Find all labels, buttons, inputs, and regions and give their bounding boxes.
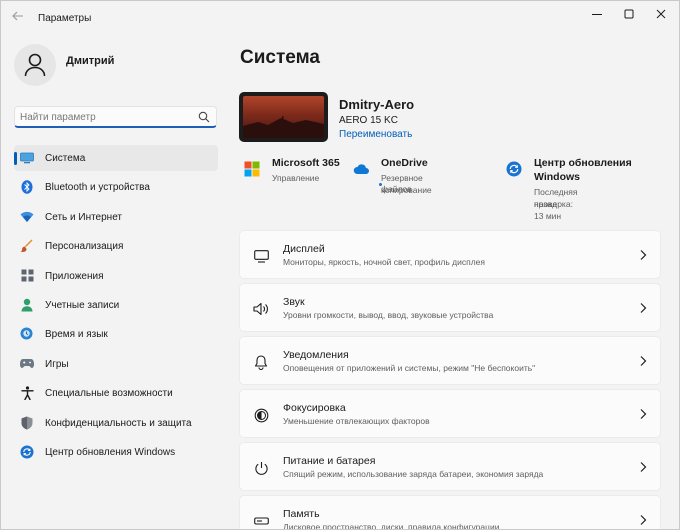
sidebar-item-bluetooth[interactable]: Bluetooth и устройства bbox=[14, 174, 218, 200]
chevron-right-icon bbox=[640, 250, 647, 260]
sidebar-item-label: Сеть и Интернет bbox=[45, 211, 123, 223]
chevron-right-icon bbox=[640, 356, 647, 366]
card-sound[interactable]: Звук Уровни громкости, вывод, ввод, звук… bbox=[239, 283, 661, 332]
storage-icon bbox=[253, 513, 269, 529]
card-subtitle: Спящий режим, использование заряда батар… bbox=[283, 469, 544, 479]
gamepad-icon bbox=[20, 357, 34, 371]
search-input[interactable] bbox=[20, 109, 196, 125]
sidebar-item-label: Специальные возможности bbox=[45, 388, 173, 400]
display-icon bbox=[20, 151, 34, 165]
arrow-left-icon bbox=[12, 11, 23, 21]
wifi-icon bbox=[20, 210, 34, 224]
card-title: Фокусировка bbox=[283, 402, 346, 414]
page-title: Система bbox=[240, 47, 320, 68]
sidebar-item-gaming[interactable]: Игры bbox=[14, 351, 218, 377]
card-notifications[interactable]: Уведомления Оповещения от приложений и с… bbox=[239, 336, 661, 385]
accessibility-icon bbox=[20, 386, 34, 401]
windows-update-icon bbox=[506, 161, 522, 177]
close-icon bbox=[656, 9, 666, 19]
card-title: Уведомления bbox=[283, 349, 349, 361]
back-button[interactable] bbox=[10, 8, 26, 24]
search-icon[interactable] bbox=[198, 111, 210, 123]
sidebar-item-personalization[interactable]: Персонализация bbox=[14, 233, 218, 259]
onedrive-icon bbox=[353, 164, 369, 174]
service-title: OneDrive bbox=[381, 157, 428, 169]
card-subtitle: Мониторы, яркость, ночной свет, профиль … bbox=[283, 257, 485, 267]
service-title-line2: Windows bbox=[534, 171, 580, 183]
monitor-icon bbox=[253, 248, 269, 264]
chevron-right-icon bbox=[640, 515, 647, 525]
chevron-right-icon bbox=[640, 462, 647, 472]
card-title: Звук bbox=[283, 296, 305, 308]
card-subtitle: Оповещения от приложений и системы, режи… bbox=[283, 363, 536, 373]
device-model: AERO 15 KC bbox=[339, 115, 398, 126]
sidebar-item-apps[interactable]: Приложения bbox=[14, 263, 218, 289]
globe-clock-icon bbox=[20, 327, 34, 341]
avatar bbox=[14, 44, 56, 86]
sidebar-item-label: Время и язык bbox=[45, 329, 108, 341]
bluetooth-icon bbox=[20, 180, 34, 195]
user-icon bbox=[24, 53, 46, 77]
sidebar-item-label: Конфиденциальность и защита bbox=[45, 417, 192, 429]
card-title: Питание и батарея bbox=[283, 455, 376, 467]
update-icon bbox=[20, 445, 34, 459]
card-focus[interactable]: Фокусировка Уменьшение отвлекающих факто… bbox=[239, 389, 661, 438]
brush-icon bbox=[20, 239, 34, 253]
card-display[interactable]: Дисплей Мониторы, яркость, ночной свет, … bbox=[239, 230, 661, 279]
sidebar-item-label: Приложения bbox=[45, 270, 104, 282]
maximize-icon bbox=[624, 9, 634, 19]
card-power-battery[interactable]: Питание и батарея Спящий режим, использо… bbox=[239, 442, 661, 491]
status-dot bbox=[379, 183, 382, 186]
card-title: Память bbox=[283, 508, 320, 520]
sidebar-item-accessibility[interactable]: Специальные возможности bbox=[14, 380, 218, 406]
sidebar-item-windows-update[interactable]: Центр обновления Windows bbox=[14, 439, 218, 465]
shield-icon bbox=[20, 416, 34, 430]
chevron-right-icon bbox=[640, 303, 647, 313]
sidebar-item-label: Учетные записи bbox=[45, 299, 120, 311]
chevron-right-icon bbox=[640, 409, 647, 419]
title-bar: Параметры bbox=[1, 1, 679, 31]
microsoft-365-icon bbox=[244, 161, 260, 177]
apps-icon bbox=[20, 269, 34, 283]
sidebar-item-time-language[interactable]: Время и язык bbox=[14, 321, 218, 347]
card-storage[interactable]: Память Дисковое пространство, диски, пра… bbox=[239, 495, 661, 530]
sidebar-item-network[interactable]: Сеть и Интернет bbox=[14, 204, 218, 230]
card-subtitle: Дисковое пространство, диски, правила ко… bbox=[283, 522, 500, 530]
sidebar-item-label: Игры bbox=[45, 358, 69, 370]
service-title: Microsoft 365 bbox=[272, 157, 340, 169]
user-name: Дмитрий bbox=[66, 55, 115, 67]
window-title: Параметры bbox=[38, 13, 92, 24]
wallpaper-thumbnail bbox=[243, 96, 324, 138]
service-subtitle: назад bbox=[534, 199, 557, 209]
sidebar-item-label: Bluetooth и устройства bbox=[45, 182, 150, 194]
power-icon bbox=[253, 460, 269, 476]
device-preview bbox=[239, 92, 328, 142]
sidebar-item-privacy[interactable]: Конфиденциальность и защита bbox=[14, 410, 218, 436]
service-subtitle: Управление bbox=[272, 173, 320, 183]
minimize-icon bbox=[592, 14, 602, 15]
sidebar-item-label: Центр обновления Windows bbox=[45, 446, 176, 458]
settings-window: Параметры Дмитрий Система bbox=[0, 0, 680, 530]
account-icon bbox=[20, 298, 34, 312]
sidebar-item-label: Персонализация bbox=[45, 241, 124, 253]
sidebar-item-system[interactable]: Система bbox=[14, 145, 218, 171]
bell-icon bbox=[253, 354, 269, 370]
sidebar-nav: Система Bluetooth и устройства Сеть и Ин… bbox=[14, 145, 218, 468]
sidebar-item-accounts[interactable]: Учетные записи bbox=[14, 292, 218, 318]
sidebar-item-label: Система bbox=[45, 153, 86, 164]
card-subtitle: Уменьшение отвлекающих факторов bbox=[283, 416, 430, 426]
card-subtitle: Уровни громкости, вывод, ввод, звуковые … bbox=[283, 310, 494, 320]
card-title: Дисплей bbox=[283, 243, 325, 255]
rename-link[interactable]: Переименовать bbox=[339, 129, 412, 140]
search-box[interactable] bbox=[14, 106, 217, 128]
maximize-button[interactable] bbox=[615, 5, 643, 23]
speaker-icon bbox=[253, 301, 269, 317]
service-title: Центр обновления bbox=[534, 157, 632, 169]
focus-icon bbox=[253, 407, 269, 423]
device-name: Dmitry-Aero bbox=[339, 97, 415, 112]
close-button[interactable] bbox=[647, 5, 675, 23]
minimize-button[interactable] bbox=[583, 5, 611, 23]
service-subtitle: файлов bbox=[381, 184, 412, 194]
